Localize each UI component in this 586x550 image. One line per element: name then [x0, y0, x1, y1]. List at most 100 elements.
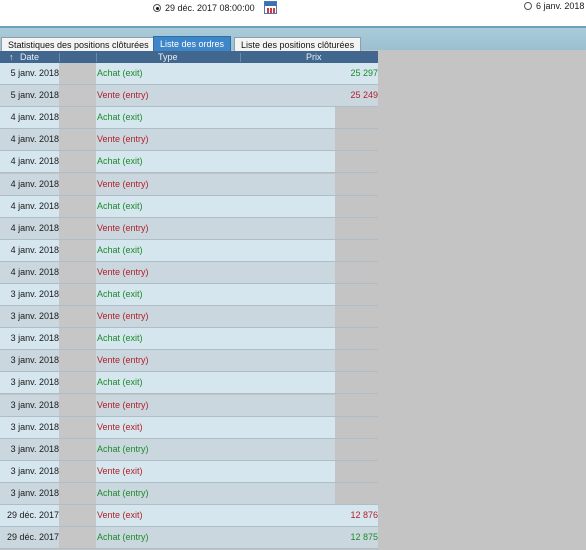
cell-prix [240, 438, 335, 460]
row-divider [0, 548, 378, 550]
tab-closed-positions-stats[interactable]: Statistiques des positions clôturées [1, 37, 156, 51]
cell-date: 3 janv. 2018 [0, 284, 59, 305]
cell-prix: 12 875 [240, 527, 378, 549]
cell-date: 3 janv. 2018 [0, 438, 59, 460]
table-row[interactable]: 3 janv. 2018 Vente (entry) [0, 394, 586, 417]
cell-prix [240, 328, 335, 350]
cell-type: Achat (exit) [96, 151, 241, 173]
table-row[interactable]: 5 janv. 2018 Vente (entry) 25 249 [0, 85, 586, 108]
column-divider[interactable] [96, 53, 97, 62]
cell-date: 3 janv. 2018 [0, 460, 59, 482]
table-row[interactable]: 4 janv. 2018 Vente (entry) [0, 217, 586, 240]
table-header: ↑ Date Type Prix [0, 51, 378, 63]
cell-hidden [59, 129, 96, 151]
cell-prix [240, 195, 335, 217]
cell-hidden [59, 306, 96, 328]
table-row[interactable]: 3 janv. 2018 Vente (entry) [0, 306, 586, 329]
cell-type: Achat (entry) [96, 482, 241, 504]
cell-type: Achat (exit) [96, 328, 241, 350]
cell-type: Vente (entry) [96, 350, 241, 372]
cell-date: 3 janv. 2018 [0, 482, 59, 504]
table-row[interactable]: 5 janv. 2018 Achat (exit) 25 297 [0, 63, 586, 85]
cell-prix [240, 372, 335, 394]
cell-type: Achat (exit) [96, 107, 241, 129]
cell-type: Vente (entry) [96, 261, 241, 283]
cell-hidden [59, 284, 96, 305]
tab-orders-list[interactable]: Liste des ordres [153, 36, 232, 51]
cell-prix [240, 129, 335, 151]
table-row[interactable]: 3 janv. 2018 Vente (entry) [0, 350, 586, 373]
cell-date: 5 janv. 2018 [0, 85, 59, 107]
cell-prix [240, 284, 335, 305]
table-row[interactable]: 29 déc. 2017 Vente (exit) 12 876 [0, 505, 586, 527]
column-header-prix[interactable]: Prix [306, 51, 322, 63]
table-row[interactable]: 29 déc. 2017 Achat (entry) 12 875 [0, 527, 586, 550]
table-row[interactable]: 4 janv. 2018 Vente (entry) [0, 261, 586, 284]
table-row[interactable]: 3 janv. 2018 Achat (exit) [0, 284, 586, 306]
cell-prix [240, 306, 335, 328]
cell-hidden [59, 460, 96, 482]
table-row[interactable]: 4 janv. 2018 Achat (exit) [0, 107, 586, 130]
cell-date: 5 janv. 2018 [0, 63, 59, 84]
column-header-date[interactable]: Date [20, 51, 39, 63]
table-row[interactable]: 4 janv. 2018 Achat (exit) [0, 151, 586, 174]
cell-date: 29 déc. 2017 [0, 527, 59, 549]
cell-date: 4 janv. 2018 [0, 261, 59, 283]
cell-hidden [59, 482, 96, 504]
column-divider[interactable] [59, 53, 60, 62]
table-row[interactable]: 3 janv. 2018 Achat (entry) [0, 482, 586, 505]
cell-type: Achat (exit) [96, 239, 241, 261]
cell-prix [240, 151, 335, 173]
start-date-label: 29 déc. 2017 08:00:00 [165, 2, 255, 13]
column-header-type[interactable]: Type [158, 51, 178, 63]
end-date-option[interactable]: 6 janv. 2018 [524, 1, 584, 11]
cell-prix [240, 350, 335, 372]
cell-prix: 25 249 [240, 85, 378, 107]
table-row[interactable]: 3 janv. 2018 Achat (entry) [0, 438, 586, 461]
cell-prix [240, 394, 335, 416]
cell-prix: 12 876 [240, 505, 378, 526]
cell-hidden [59, 328, 96, 350]
cell-date: 3 janv. 2018 [0, 394, 59, 416]
cell-prix [240, 460, 335, 482]
cell-type: Achat (entry) [96, 527, 241, 549]
calendar-icon[interactable] [263, 1, 277, 14]
sort-ascending-icon[interactable]: ↑ [9, 51, 14, 63]
cell-prix [240, 482, 335, 504]
table-row[interactable]: 3 janv. 2018 Achat (exit) [0, 328, 586, 351]
table-row[interactable]: 4 janv. 2018 Achat (exit) [0, 239, 586, 262]
cell-hidden [59, 527, 96, 549]
cell-type: Vente (entry) [96, 217, 241, 239]
table-row[interactable]: 3 janv. 2018 Achat (exit) [0, 372, 586, 395]
tab-closed-positions-list[interactable]: Liste des positions clôturées [234, 37, 362, 51]
cell-date: 4 janv. 2018 [0, 129, 59, 151]
cell-type: Achat (exit) [96, 372, 241, 394]
cell-type: Vente (exit) [96, 416, 241, 438]
cell-date: 29 déc. 2017 [0, 505, 59, 526]
cell-hidden [59, 505, 96, 526]
cell-hidden [59, 195, 96, 217]
cell-date: 3 janv. 2018 [0, 328, 59, 350]
cell-date: 3 janv. 2018 [0, 416, 59, 438]
cell-hidden [59, 173, 96, 195]
table-row[interactable]: 4 janv. 2018 Vente (entry) [0, 173, 586, 196]
cell-date: 4 janv. 2018 [0, 107, 59, 129]
cell-prix [240, 173, 335, 195]
table-row[interactable]: 4 janv. 2018 Achat (exit) [0, 195, 586, 218]
column-divider[interactable] [240, 53, 241, 62]
cell-date: 3 janv. 2018 [0, 372, 59, 394]
cell-date: 4 janv. 2018 [0, 239, 59, 261]
start-date-radio[interactable] [153, 3, 161, 12]
cell-date: 3 janv. 2018 [0, 350, 59, 372]
cell-hidden [59, 63, 96, 84]
cell-date: 4 janv. 2018 [0, 217, 59, 239]
end-date-radio[interactable] [524, 2, 532, 10]
cell-type: Vente (exit) [96, 505, 241, 526]
cell-type: Vente (exit) [96, 460, 241, 482]
cell-prix [240, 261, 335, 283]
table-row[interactable]: 3 janv. 2018 Vente (exit) [0, 460, 586, 483]
start-date-option[interactable]: 29 déc. 2017 08:00:00 [153, 1, 277, 14]
table-row[interactable]: 4 janv. 2018 Vente (entry) [0, 129, 586, 152]
table-row[interactable]: 3 janv. 2018 Vente (exit) [0, 416, 586, 439]
cell-type: Vente (entry) [96, 85, 241, 107]
